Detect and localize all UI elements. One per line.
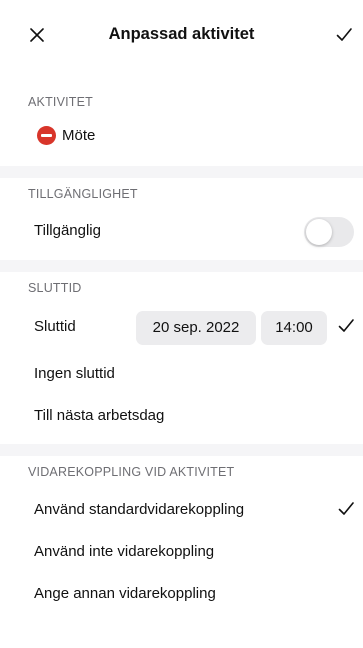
section-divider <box>0 260 363 272</box>
close-icon <box>30 28 44 42</box>
checkmark-icon <box>336 28 352 41</box>
page-title: Anpassad aktivitet <box>108 25 255 43</box>
availability-label: Tillgänglig <box>34 222 101 239</box>
busy-status-icon <box>37 126 56 145</box>
section-header-forwarding: VIDAREKOPPLING VID AKTIVITET <box>28 465 235 479</box>
confirm-button[interactable] <box>331 22 357 48</box>
section-header-availability: TILLGÄNGLIGHET <box>28 187 138 201</box>
forwarding-option-default[interactable]: Använd standardvidarekoppling <box>0 490 363 530</box>
availability-toggle[interactable] <box>304 217 354 247</box>
close-button[interactable] <box>24 22 50 48</box>
custom-activity-screen: Anpassad aktivitet AKTIVITET Möte TILLGÄ… <box>0 0 363 648</box>
section-divider <box>0 444 363 456</box>
end-time-label: Sluttid <box>34 318 76 335</box>
forwarding-option-other[interactable]: Ange annan vidarekoppling <box>0 574 363 614</box>
selected-checkmark-icon <box>338 502 354 515</box>
option-label: Använd inte vidarekoppling <box>34 543 215 560</box>
option-label: Ange annan vidarekoppling <box>34 585 216 602</box>
option-label: Ingen sluttid <box>34 365 115 382</box>
end-time-option-no-end[interactable]: Ingen sluttid <box>0 354 363 394</box>
activity-status-label: Möte <box>62 127 96 144</box>
selected-checkmark-icon <box>338 319 354 332</box>
option-label: Använd standardvidarekoppling <box>34 501 245 518</box>
forwarding-option-none[interactable]: Använd inte vidarekoppling <box>0 532 363 572</box>
activity-status-row[interactable]: Möte <box>0 116 363 156</box>
end-time-picker[interactable]: 14:00 <box>261 311 327 345</box>
option-label: Till nästa arbetsdag <box>34 407 165 424</box>
section-header-activity: AKTIVITET <box>28 95 94 109</box>
section-header-end-time: SLUTTID <box>28 281 82 295</box>
navigation-header: Anpassad aktivitet <box>0 0 363 68</box>
end-time-option-next-workday[interactable]: Till nästa arbetsdag <box>0 396 363 436</box>
toggle-knob <box>306 219 332 245</box>
section-divider <box>0 166 363 178</box>
end-date-picker[interactable]: 20 sep. 2022 <box>136 311 256 345</box>
